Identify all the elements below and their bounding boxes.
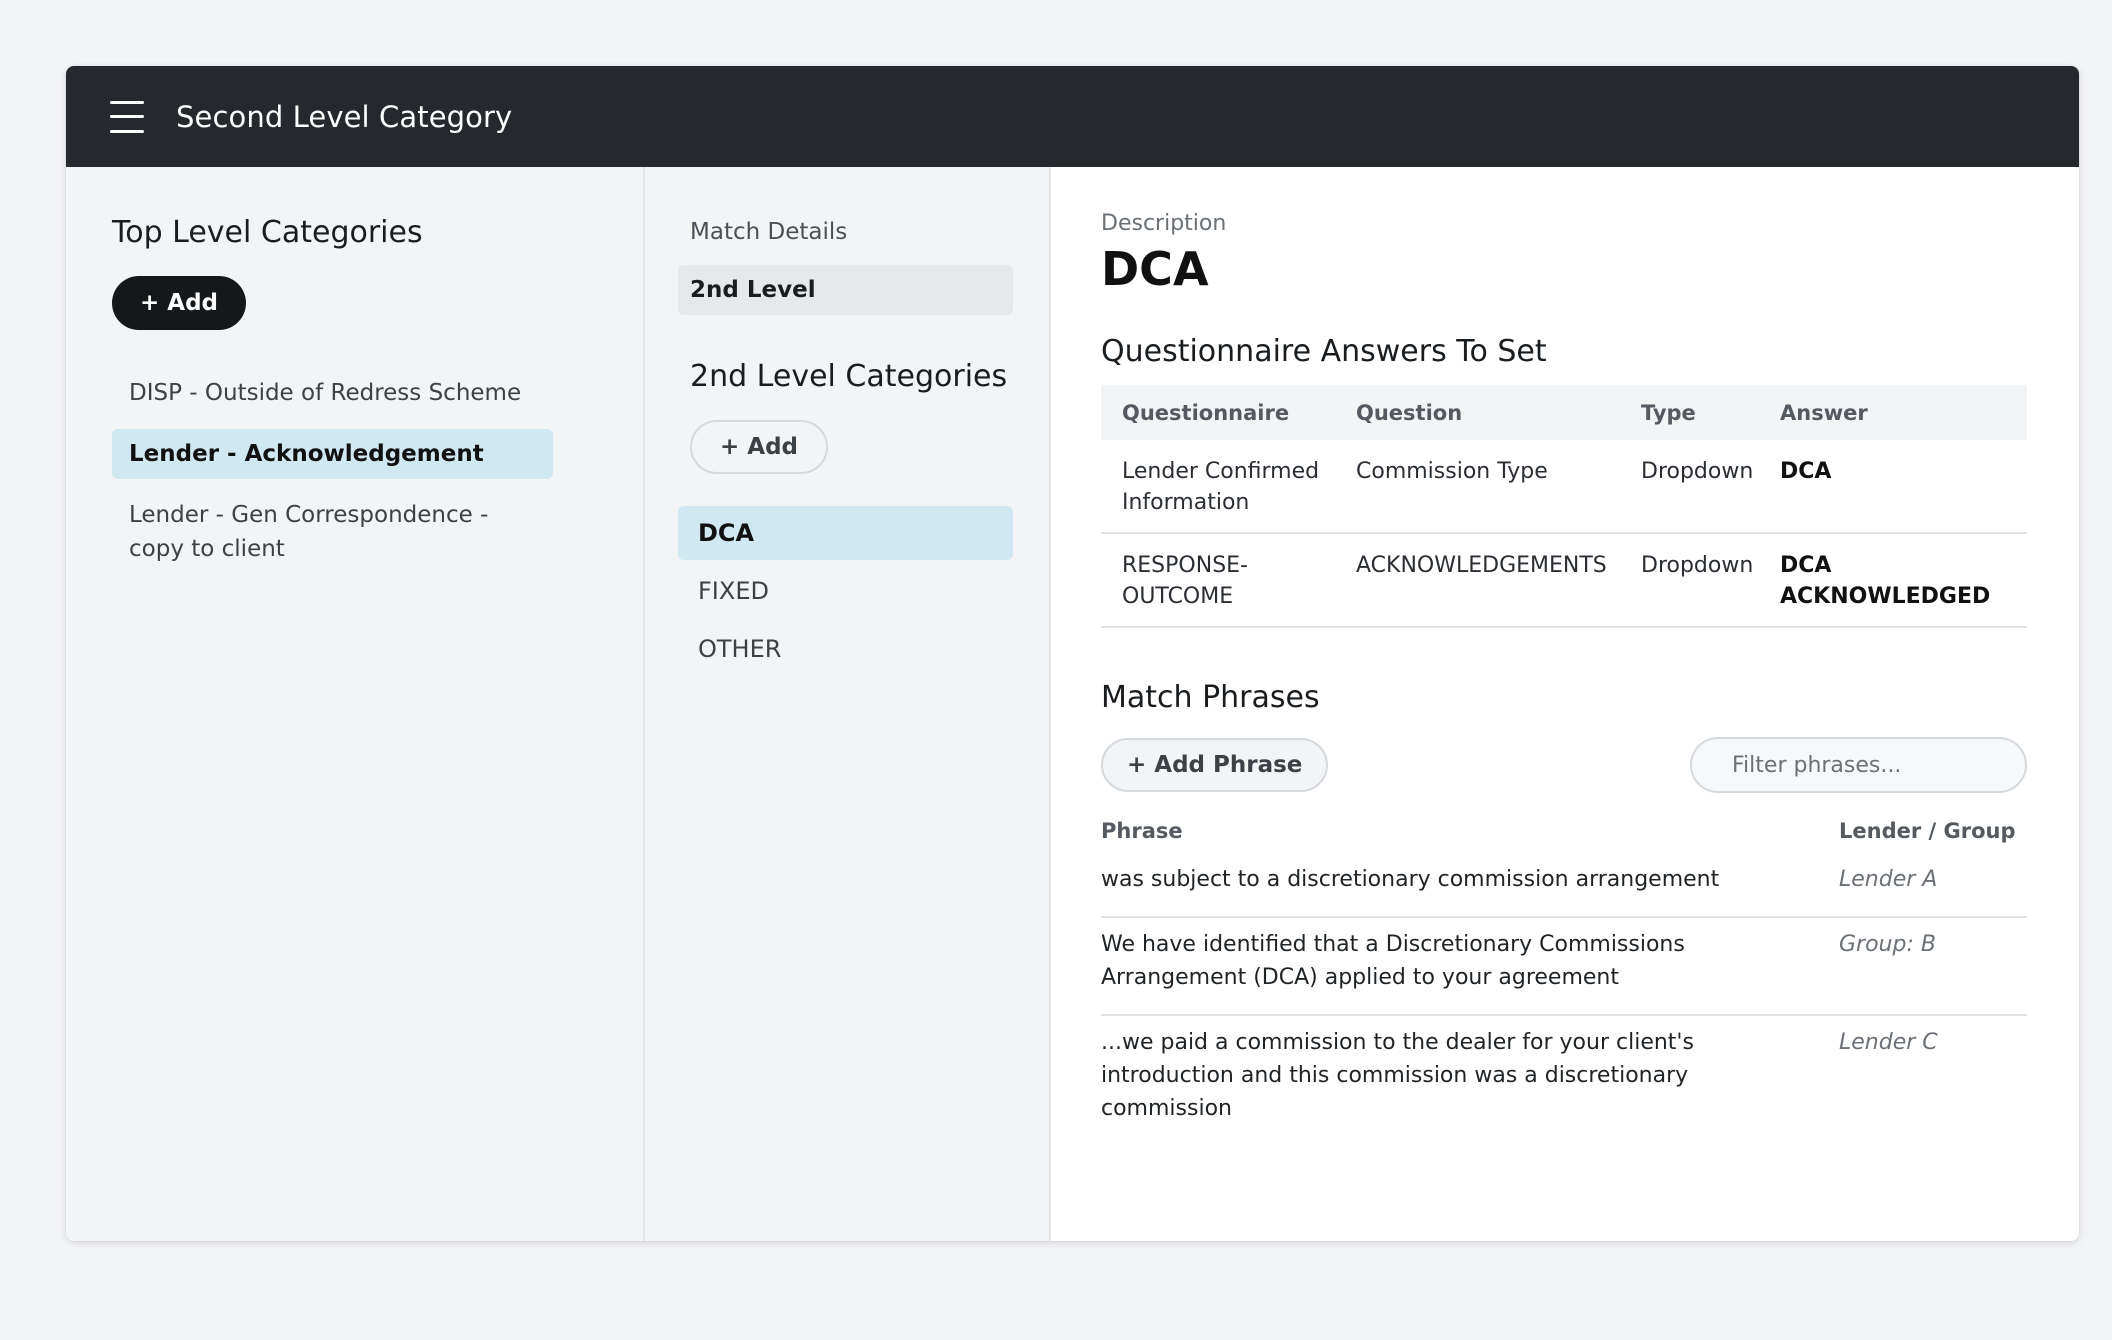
description-value: DCA xyxy=(1101,242,1209,296)
match-details-label: Match Details xyxy=(690,219,848,245)
detail-panel: Description DCA Questionnaire Answers To… xyxy=(1051,167,2079,1241)
hamburger-menu-icon[interactable] xyxy=(110,100,144,133)
phrase-cell: We have identified that a Discretionary … xyxy=(1101,917,1839,1016)
top-level-item[interactable]: Lender - Gen Correspondence - copy to cl… xyxy=(112,490,553,574)
tab-2nd-level[interactable]: 2nd Level xyxy=(678,265,1013,315)
top-level-panel: Top Level Categories + Add DISP - Outsid… xyxy=(66,167,645,1241)
questionnaire-cell: Lender Confirmed Information xyxy=(1101,440,1356,534)
add-top-level-button[interactable]: + Add xyxy=(112,276,247,330)
second-level-panel: Match Details 2nd Level 2nd Level Catego… xyxy=(645,167,1051,1241)
phrases-toolbar: + Add Phrase xyxy=(1101,737,2027,793)
question-cell: ACKNOWLEDGEMENTS xyxy=(1356,533,1641,628)
top-level-item[interactable]: DISP - Outside of Redress Scheme xyxy=(112,368,553,418)
top-bar: Second Level Category xyxy=(66,66,2079,167)
description-label: Description xyxy=(1101,211,1227,236)
main-content: Top Level Categories + Add DISP - Outsid… xyxy=(66,167,2079,1241)
lender-group-cell: Lender A xyxy=(1839,853,2027,918)
type-cell: Dropdown xyxy=(1641,440,1780,534)
questionnaire-table: Questionnaire Question Type Answer Lende… xyxy=(1101,385,2027,628)
table-row[interactable]: We have identified that a Discretionary … xyxy=(1101,917,2027,1016)
column-header: Lender / Group xyxy=(1839,819,2016,843)
table-row[interactable]: was subject to a discretionary commissio… xyxy=(1101,853,2027,918)
top-level-heading: Top Level Categories xyxy=(112,215,423,250)
column-header: Answer xyxy=(1780,385,2027,440)
table-row: Lender Confirmed Information Commission … xyxy=(1101,440,2027,534)
phrase-cell: was subject to a discretionary commissio… xyxy=(1101,853,1839,918)
match-phrases-heading: Match Phrases xyxy=(1101,680,1320,715)
lender-group-cell: Lender C xyxy=(1839,1030,1938,1055)
second-level-item-active[interactable]: DCA xyxy=(678,506,1013,560)
second-level-item[interactable]: FIXED xyxy=(678,564,1013,618)
lender-group-cell: Group: B xyxy=(1839,917,2027,1016)
app-window: Second Level Category Top Level Categori… xyxy=(66,66,2079,1241)
top-level-list: DISP - Outside of Redress Scheme Lender … xyxy=(112,368,597,574)
filter-phrases-input[interactable] xyxy=(1690,737,2027,793)
table-header-row: Questionnaire Question Type Answer xyxy=(1101,385,2027,440)
second-level-list: DCA FIXED OTHER xyxy=(678,506,1013,676)
phrase-cell: ...we paid a commission to the dealer fo… xyxy=(1101,1030,1694,1121)
second-level-heading: 2nd Level Categories xyxy=(690,359,1008,394)
type-cell: Dropdown xyxy=(1641,533,1780,628)
page-title: Second Level Category xyxy=(176,99,513,134)
answer-cell: DCA xyxy=(1780,440,2027,534)
questionnaire-heading: Questionnaire Answers To Set xyxy=(1101,334,1547,369)
column-header: Question xyxy=(1356,385,1641,440)
top-level-item-active[interactable]: Lender - Acknowledgement xyxy=(112,429,553,479)
add-second-level-button[interactable]: + Add xyxy=(690,420,829,474)
questionnaire-cell: RESPONSE-OUTCOME xyxy=(1101,533,1356,628)
phrases-table: Phrase Lender / Group was subject to a d… xyxy=(1101,819,2027,1145)
table-header-row: Phrase Lender / Group xyxy=(1101,819,2027,853)
question-cell: Commission Type xyxy=(1356,440,1641,534)
column-header: Questionnaire xyxy=(1101,385,1356,440)
column-header: Type xyxy=(1641,385,1780,440)
table-row: RESPONSE-OUTCOME ACKNOWLEDGEMENTS Dropdo… xyxy=(1101,533,2027,628)
add-phrase-button[interactable]: + Add Phrase xyxy=(1101,738,1329,792)
column-header: Phrase xyxy=(1101,819,1183,843)
second-level-item[interactable]: OTHER xyxy=(678,622,1013,676)
table-row[interactable]: ...we paid a commission to the dealer fo… xyxy=(1101,1015,2027,1145)
answer-cell: DCA ACKNOWLEDGED xyxy=(1780,533,2027,628)
